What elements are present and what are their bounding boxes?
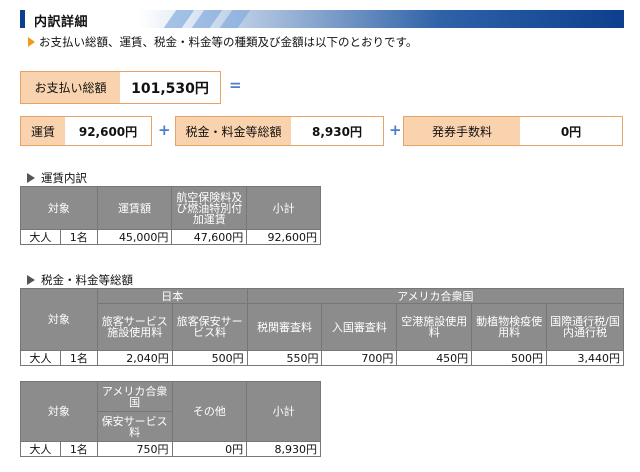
col-header: 国際通行税/国内通行税 <box>546 303 624 351</box>
table-cell: 大人 <box>20 441 61 457</box>
table-cell: 大人 <box>20 229 61 245</box>
country-header-japan: 日本 <box>96 288 248 304</box>
total-label: お支払い総額 <box>21 72 120 103</box>
gray-arrow-icon <box>27 275 35 285</box>
col-header: 保安サービス料 <box>96 411 173 442</box>
table-cell: 大人 <box>20 350 61 366</box>
intro-text: お支払い総額、運賃、税金・料金等の種類及び金額は以下のとおりです。 <box>28 34 417 50</box>
col-header: 入国審査料 <box>321 303 398 351</box>
country-header-usa: アメリカ合衆国 <box>96 381 173 412</box>
table-cell: 1名 <box>59 350 98 366</box>
table-cell: 500円 <box>471 350 548 366</box>
section-title: 内訳詳細 <box>34 15 89 30</box>
plus-sign: + <box>389 121 402 139</box>
tax-detail-table-2: 対象 アメリカ合衆国 その他 小計 保安サービス料 大人 1名 750円 0円 … <box>20 381 321 457</box>
fare-value: 92,600円 <box>65 117 151 145</box>
tax-detail-table: 対象 日本 アメリカ合衆国 旅客サービス施設使用料 旅客保安サービス料 税関審査… <box>20 288 625 366</box>
fare-detail-title: 運賃内訳 <box>27 170 87 186</box>
equals-sign: = <box>229 76 242 94</box>
col-header: その他 <box>171 381 248 442</box>
col-header: 小計 <box>246 381 321 442</box>
col-header: 対象 <box>20 381 98 442</box>
table-cell: 450円 <box>396 350 473 366</box>
fee-label: 発券手数料 <box>404 117 520 145</box>
table-cell: 8,930円 <box>246 441 321 457</box>
table-cell: 47,600円 <box>171 229 248 245</box>
country-header-usa: アメリカ合衆国 <box>246 288 625 304</box>
table-cell: 45,000円 <box>96 229 173 245</box>
col-header: 対象 <box>20 186 98 230</box>
table-cell: 550円 <box>246 350 323 366</box>
gray-arrow-icon <box>27 173 35 183</box>
table-cell: 1名 <box>59 229 98 245</box>
col-header: 旅客サービス施設使用料 <box>96 303 173 351</box>
fee-value: 0円 <box>520 117 622 145</box>
total-amount-box: お支払い総額 101,530円 <box>20 71 221 104</box>
header-marker <box>20 10 25 28</box>
col-header: 運賃額 <box>96 186 173 230</box>
tax-detail-title: 税金・料金等総額 <box>27 272 133 288</box>
table-cell: 500円 <box>171 350 248 366</box>
table-cell: 3,440円 <box>546 350 624 366</box>
plus-sign: + <box>158 121 171 139</box>
col-header: 旅客保安サービス料 <box>171 303 248 351</box>
total-value: 101,530円 <box>120 72 220 103</box>
fee-box: 発券手数料 0円 <box>403 116 623 146</box>
fare-box: 運賃 92,600円 <box>20 116 152 146</box>
table-cell: 750円 <box>96 441 173 457</box>
taxes-box: 税金・料金等総額 8,930円 <box>175 116 384 146</box>
fare-detail-table: 対象 運賃額 航空保険料及び燃油特別付加運賃 小計 大人 1名 45,000円 … <box>20 186 321 245</box>
table-cell: 700円 <box>321 350 398 366</box>
col-header: 税関審査料 <box>246 303 323 351</box>
col-header: 対象 <box>20 288 98 351</box>
table-cell: 2,040円 <box>96 350 173 366</box>
col-header: 動植物検疫使用料 <box>471 303 548 351</box>
col-header: 空港施設使用料 <box>396 303 473 351</box>
taxes-label: 税金・料金等総額 <box>176 117 291 145</box>
fare-label: 運賃 <box>21 117 65 145</box>
col-header: 小計 <box>246 186 321 230</box>
col-header: 航空保険料及び燃油特別付加運賃 <box>171 186 248 230</box>
taxes-value: 8,930円 <box>291 117 383 145</box>
section-header: 内訳詳細 <box>20 10 624 30</box>
orange-arrow-icon <box>28 37 35 47</box>
table-cell: 0円 <box>171 441 248 457</box>
table-cell: 1名 <box>59 441 98 457</box>
table-cell: 92,600円 <box>246 229 321 245</box>
